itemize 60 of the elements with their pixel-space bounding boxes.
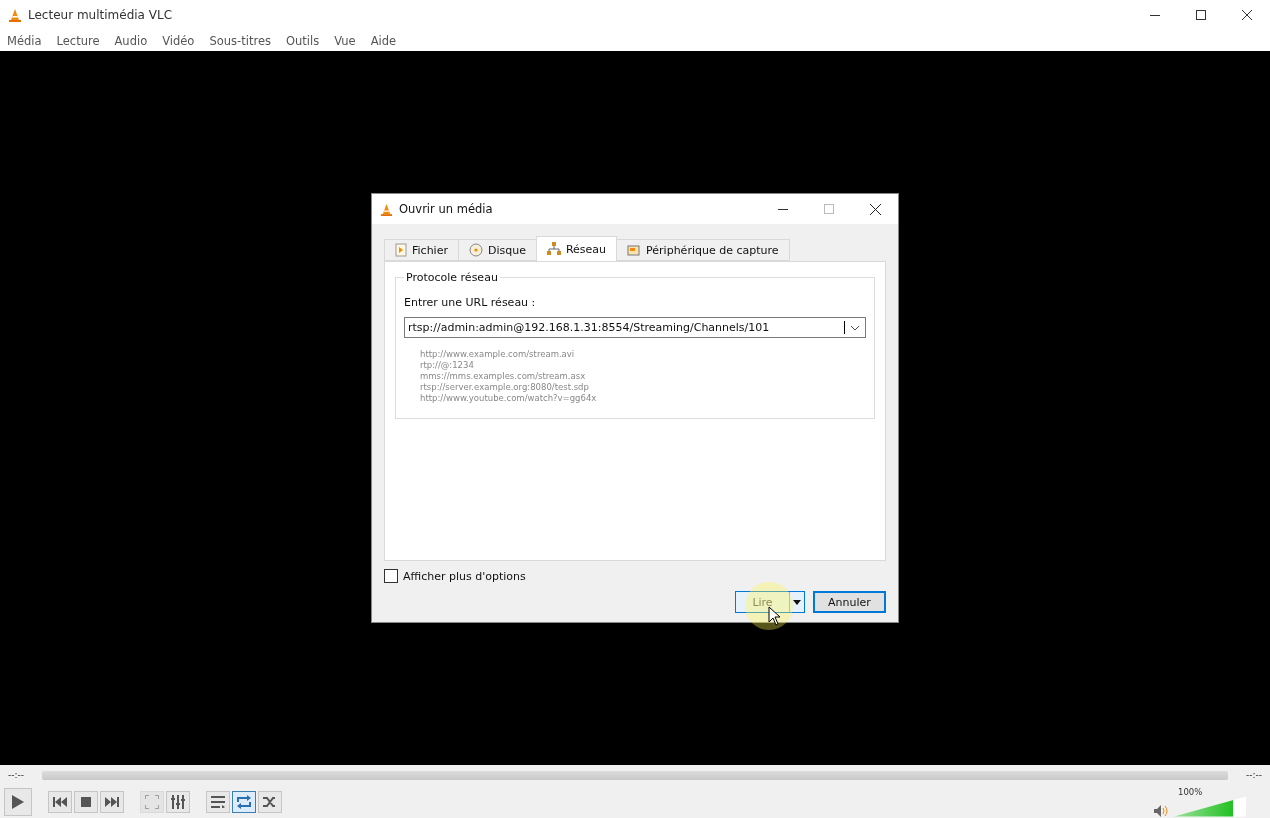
checkbox[interactable] [384, 569, 398, 583]
example-url: http://www.example.com/stream.avi [420, 349, 576, 360]
next-button[interactable] [100, 790, 124, 813]
cursor-icon [768, 606, 781, 626]
menu-item[interactable]: Média [7, 33, 48, 48]
minimize-icon[interactable] [1150, 14, 1160, 16]
cone-icon [8, 8, 22, 22]
tab[interactable]: Disque [457, 239, 537, 261]
loop-button[interactable] [232, 790, 256, 813]
menu-item[interactable]: Aide [370, 33, 403, 48]
menu-item[interactable]: Lecture [56, 33, 106, 48]
shuffle-button[interactable] [258, 790, 282, 813]
equalizer-button[interactable] [166, 790, 190, 813]
maximize-icon [824, 204, 834, 214]
url-field[interactable]: rtsp://admin:admin@192.168.1.31:8554/Streaming/Channels/101 [404, 317, 866, 338]
window-title: Lecteur multimédia VLC [28, 8, 174, 22]
example-url: mms://mms.examples.com/stream.asx [420, 371, 587, 382]
stop-button[interactable] [74, 790, 98, 813]
minimize-icon[interactable] [778, 208, 788, 210]
cone-icon [380, 202, 393, 216]
elapsed-time: --:-- [8, 770, 25, 780]
dialog-title: Ouvrir un média [399, 202, 494, 216]
maximize-icon[interactable] [1196, 10, 1206, 20]
network-icon [546, 242, 561, 256]
next-icon [105, 796, 119, 807]
menu-item[interactable]: Audio [114, 33, 154, 48]
equalizer-icon [171, 794, 185, 809]
menu-item[interactable]: Sous-titres [209, 33, 277, 48]
shuffle-icon [263, 794, 277, 809]
menu-item[interactable]: Outils [285, 33, 326, 48]
url-label: Entrer une URL réseau : [404, 296, 537, 309]
tab[interactable]: Réseau [535, 236, 618, 261]
group-title: Protocole réseau [405, 271, 499, 284]
menu-item[interactable]: Vue [334, 33, 362, 48]
disc-icon [468, 243, 483, 257]
fullscreen-icon [145, 794, 159, 809]
close-icon[interactable] [1242, 10, 1252, 20]
remaining-time: --:-- [1245, 770, 1262, 780]
loop-icon [236, 794, 252, 809]
previous-icon [53, 796, 67, 807]
stop-icon [81, 796, 91, 807]
capture-card-icon [627, 243, 642, 257]
tab[interactable]: Fichier [384, 239, 459, 261]
prev-button[interactable] [48, 790, 72, 813]
play-icon [11, 793, 25, 810]
cancel-button[interactable]: Annuler [813, 591, 886, 613]
playlist-icon [211, 795, 225, 808]
tab[interactable]: Périphérique de capture [616, 239, 790, 261]
playlist-button[interactable] [206, 790, 230, 813]
speaker-icon [1154, 804, 1168, 817]
example-url: rtsp://server.example.org:8080/test.sdp [420, 382, 590, 393]
example-url: rtp://@:1234 [420, 360, 475, 371]
volume-reading: 100% [1178, 786, 1203, 797]
play-button[interactable] [4, 787, 32, 816]
cursor-highlight [745, 582, 793, 630]
menu-item[interactable]: Vidéo [162, 33, 201, 48]
file-icon [395, 243, 407, 257]
close-icon[interactable] [869, 203, 881, 215]
checkbox-label: Afficher plus d'options [403, 569, 526, 583]
example-url: http://www.youtube.com/watch?v=gg64x [420, 393, 598, 404]
